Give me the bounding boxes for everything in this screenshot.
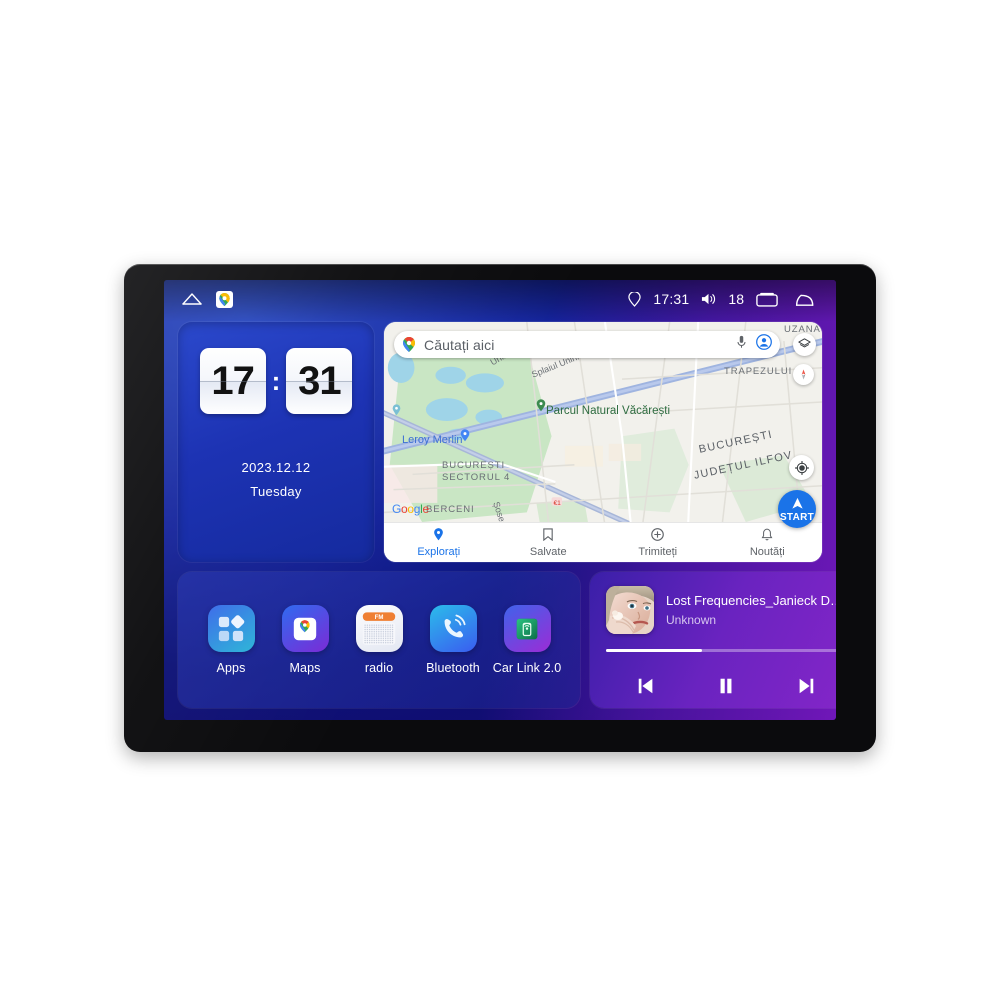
fm-radio-icon: FM xyxy=(355,605,403,652)
map-nav-item-trimiteți[interactable]: Trimiteți xyxy=(603,527,713,558)
car-link-icon xyxy=(503,605,551,652)
clock-widget[interactable]: 17 : 31 2023.12.12 Tuesday xyxy=(178,322,374,562)
music-progress-fill xyxy=(606,649,702,652)
music-track-info: Lost Frequencies_Janieck Devy-... Unknow… xyxy=(606,586,836,634)
status-bar-right: 17:31 18 xyxy=(628,291,814,307)
app-dock: Apps Maps FM radio Bluetooth Car Link 2.0 xyxy=(178,572,580,708)
account-avatar-icon[interactable] xyxy=(756,334,772,355)
status-bar: 17:31 18 xyxy=(164,280,836,318)
music-title: Lost Frequencies_Janieck Devy-... xyxy=(666,593,836,608)
volume-level: 18 xyxy=(728,291,744,307)
music-artist: Unknown xyxy=(666,613,717,627)
flip-clock: 17 : 31 xyxy=(199,348,353,414)
dock-app-car-link-2-0[interactable]: Car Link 2.0 xyxy=(490,605,564,675)
clock-colon: : xyxy=(271,366,281,396)
contribute-icon xyxy=(651,527,665,544)
bottom-row: Apps Maps FM radio Bluetooth Car Link 2.0 xyxy=(178,572,836,708)
dock-app-radio[interactable]: FM radio xyxy=(342,605,416,675)
dock-app-maps[interactable]: Maps xyxy=(268,605,342,675)
car-head-unit-device: 17:31 18 17: 31 2023.12.12 Tuesday €1 U… xyxy=(124,264,876,752)
volume-icon[interactable] xyxy=(701,292,716,306)
album-art xyxy=(606,586,654,634)
google-maps-pin-icon xyxy=(403,337,415,352)
status-bar-left xyxy=(182,290,233,308)
home-screen: 17 : 31 2023.12.12 Tuesday €1 UZANA TRAP… xyxy=(164,318,836,720)
svg-text:FM: FM xyxy=(375,613,384,620)
back-arrow-icon[interactable] xyxy=(790,291,814,307)
clock-date: 2023.12.12 xyxy=(241,460,311,475)
music-controls xyxy=(606,666,836,696)
music-progress-bar[interactable] xyxy=(606,649,836,652)
map-bottom-navigation: Explorați Salvate Trimiteți Noutăți xyxy=(384,522,822,562)
map-layers-button[interactable] xyxy=(793,333,816,356)
dock-app-apps[interactable]: Apps xyxy=(194,605,268,675)
maps-widget[interactable]: €1 UZANATRAPEZULUISplaiul UniriiUniriiPa… xyxy=(384,322,822,562)
recent-apps-icon[interactable] xyxy=(756,292,778,307)
pause-button[interactable] xyxy=(716,676,736,696)
map-search-bar[interactable]: Căutați aici xyxy=(394,331,780,358)
map-search-input[interactable]: Căutați aici xyxy=(424,337,727,353)
apps-grid-icon xyxy=(207,605,255,652)
navigation-arrow-icon xyxy=(791,497,803,509)
map-nav-item-noutăți[interactable]: Noutăți xyxy=(713,528,823,558)
navigation-start-label: START xyxy=(779,511,815,523)
map-nav-label: Salvate xyxy=(529,545,567,558)
google-maps-icon xyxy=(281,605,329,652)
clock-hours: 17 xyxy=(199,348,266,414)
gps-location-icon xyxy=(628,291,642,307)
dock-app-label: radio xyxy=(364,661,394,675)
compass-icon[interactable] xyxy=(793,364,814,385)
navigation-start-button[interactable]: START xyxy=(778,490,816,528)
google-maps-icon[interactable] xyxy=(216,290,233,308)
bluetooth-phone-icon xyxy=(429,605,477,652)
store-pin-icon xyxy=(460,429,470,442)
dock-app-label: Bluetooth xyxy=(426,661,480,675)
bell-icon xyxy=(761,528,773,544)
device-screen: 17:31 18 17: 31 2023.12.12 Tuesday €1 U… xyxy=(164,280,836,720)
previous-track-button[interactable] xyxy=(636,676,656,696)
park-pin-icon xyxy=(536,399,546,412)
map-nav-label: Trimiteți xyxy=(638,545,678,558)
music-player-widget[interactable]: Lost Frequencies_Janieck Devy-... Unknow… xyxy=(590,572,836,708)
dock-app-label: Car Link 2.0 xyxy=(492,661,562,675)
clock-weekday: Tuesday xyxy=(250,484,302,499)
dock-app-label: Apps xyxy=(216,661,246,675)
microphone-icon[interactable] xyxy=(736,335,747,354)
dock-app-label: Maps xyxy=(289,661,321,675)
next-track-button[interactable] xyxy=(796,676,816,696)
map-nav-item-explorați[interactable]: Explorați xyxy=(384,527,494,558)
svg-text:€1: €1 xyxy=(553,500,561,507)
status-bar-time: 17:31 xyxy=(653,291,690,307)
screenshot-stage: 17:31 18 17: 31 2023.12.12 Tuesday €1 U… xyxy=(0,0,1000,1000)
home-icon[interactable] xyxy=(182,292,202,306)
my-location-icon[interactable] xyxy=(789,455,814,480)
music-meta: Lost Frequencies_Janieck Devy-... Unknow… xyxy=(666,593,836,627)
map-nav-item-salvate[interactable]: Salvate xyxy=(494,527,604,558)
map-nav-label: Noutăți xyxy=(749,545,785,558)
explore-pin-icon xyxy=(432,527,445,544)
google-attribution: Google xyxy=(392,502,429,516)
top-widgets-row: 17 : 31 2023.12.12 Tuesday €1 UZANA TRAP… xyxy=(178,322,822,562)
bookmark-icon xyxy=(542,527,554,544)
poi-pin-icon xyxy=(392,404,401,416)
dock-app-bluetooth[interactable]: Bluetooth xyxy=(416,605,490,675)
clock-minutes: 31 xyxy=(286,348,353,414)
map-nav-label: Explorați xyxy=(417,545,461,558)
